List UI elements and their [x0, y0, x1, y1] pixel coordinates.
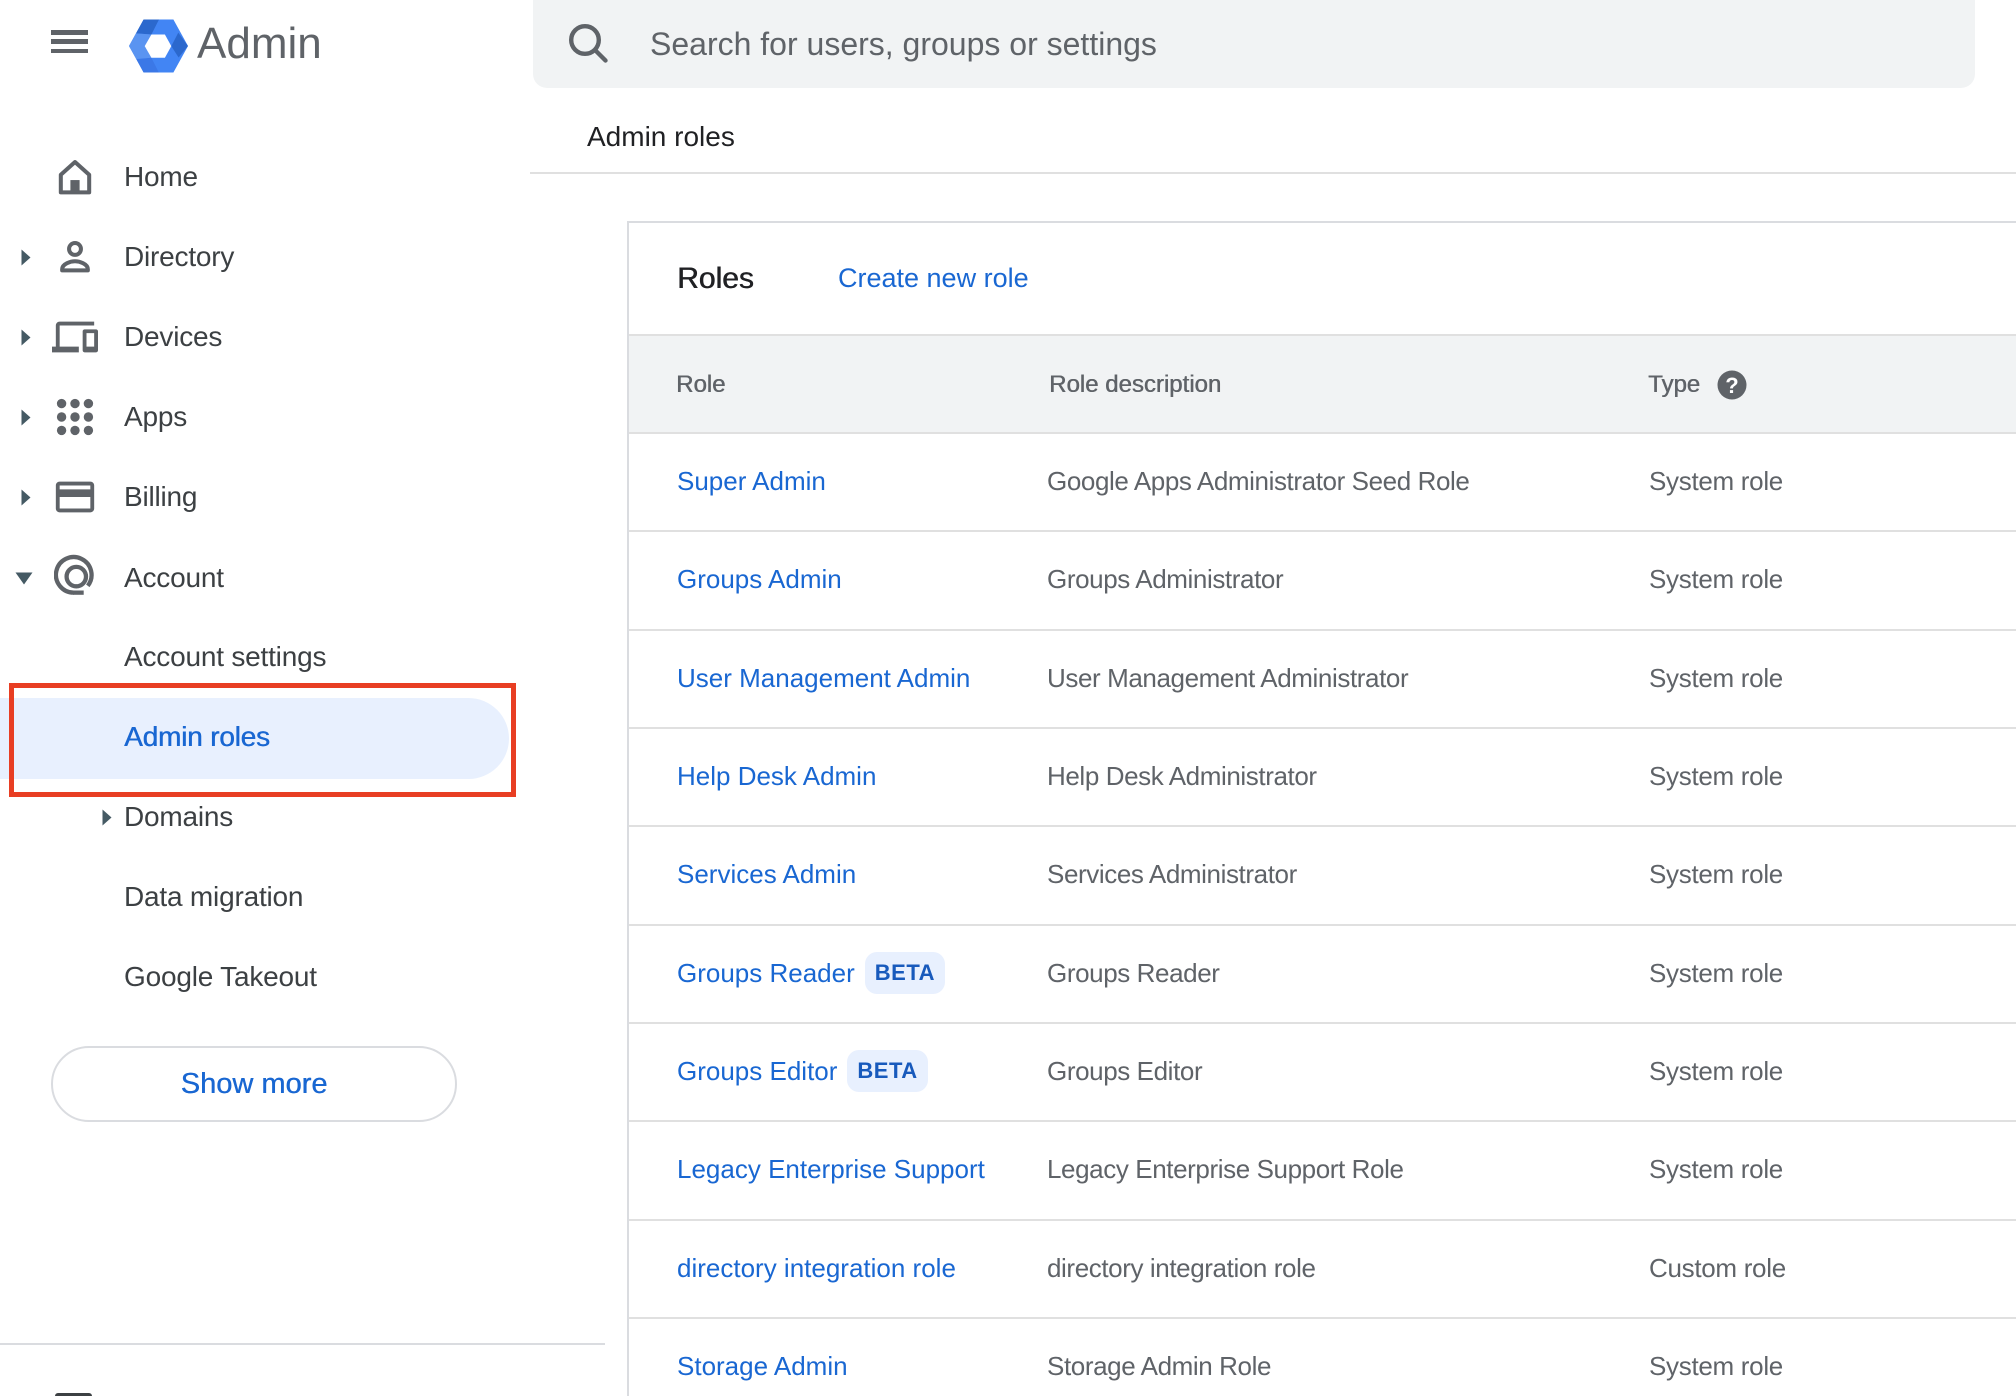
svg-text:?: ? [1725, 373, 1738, 398]
